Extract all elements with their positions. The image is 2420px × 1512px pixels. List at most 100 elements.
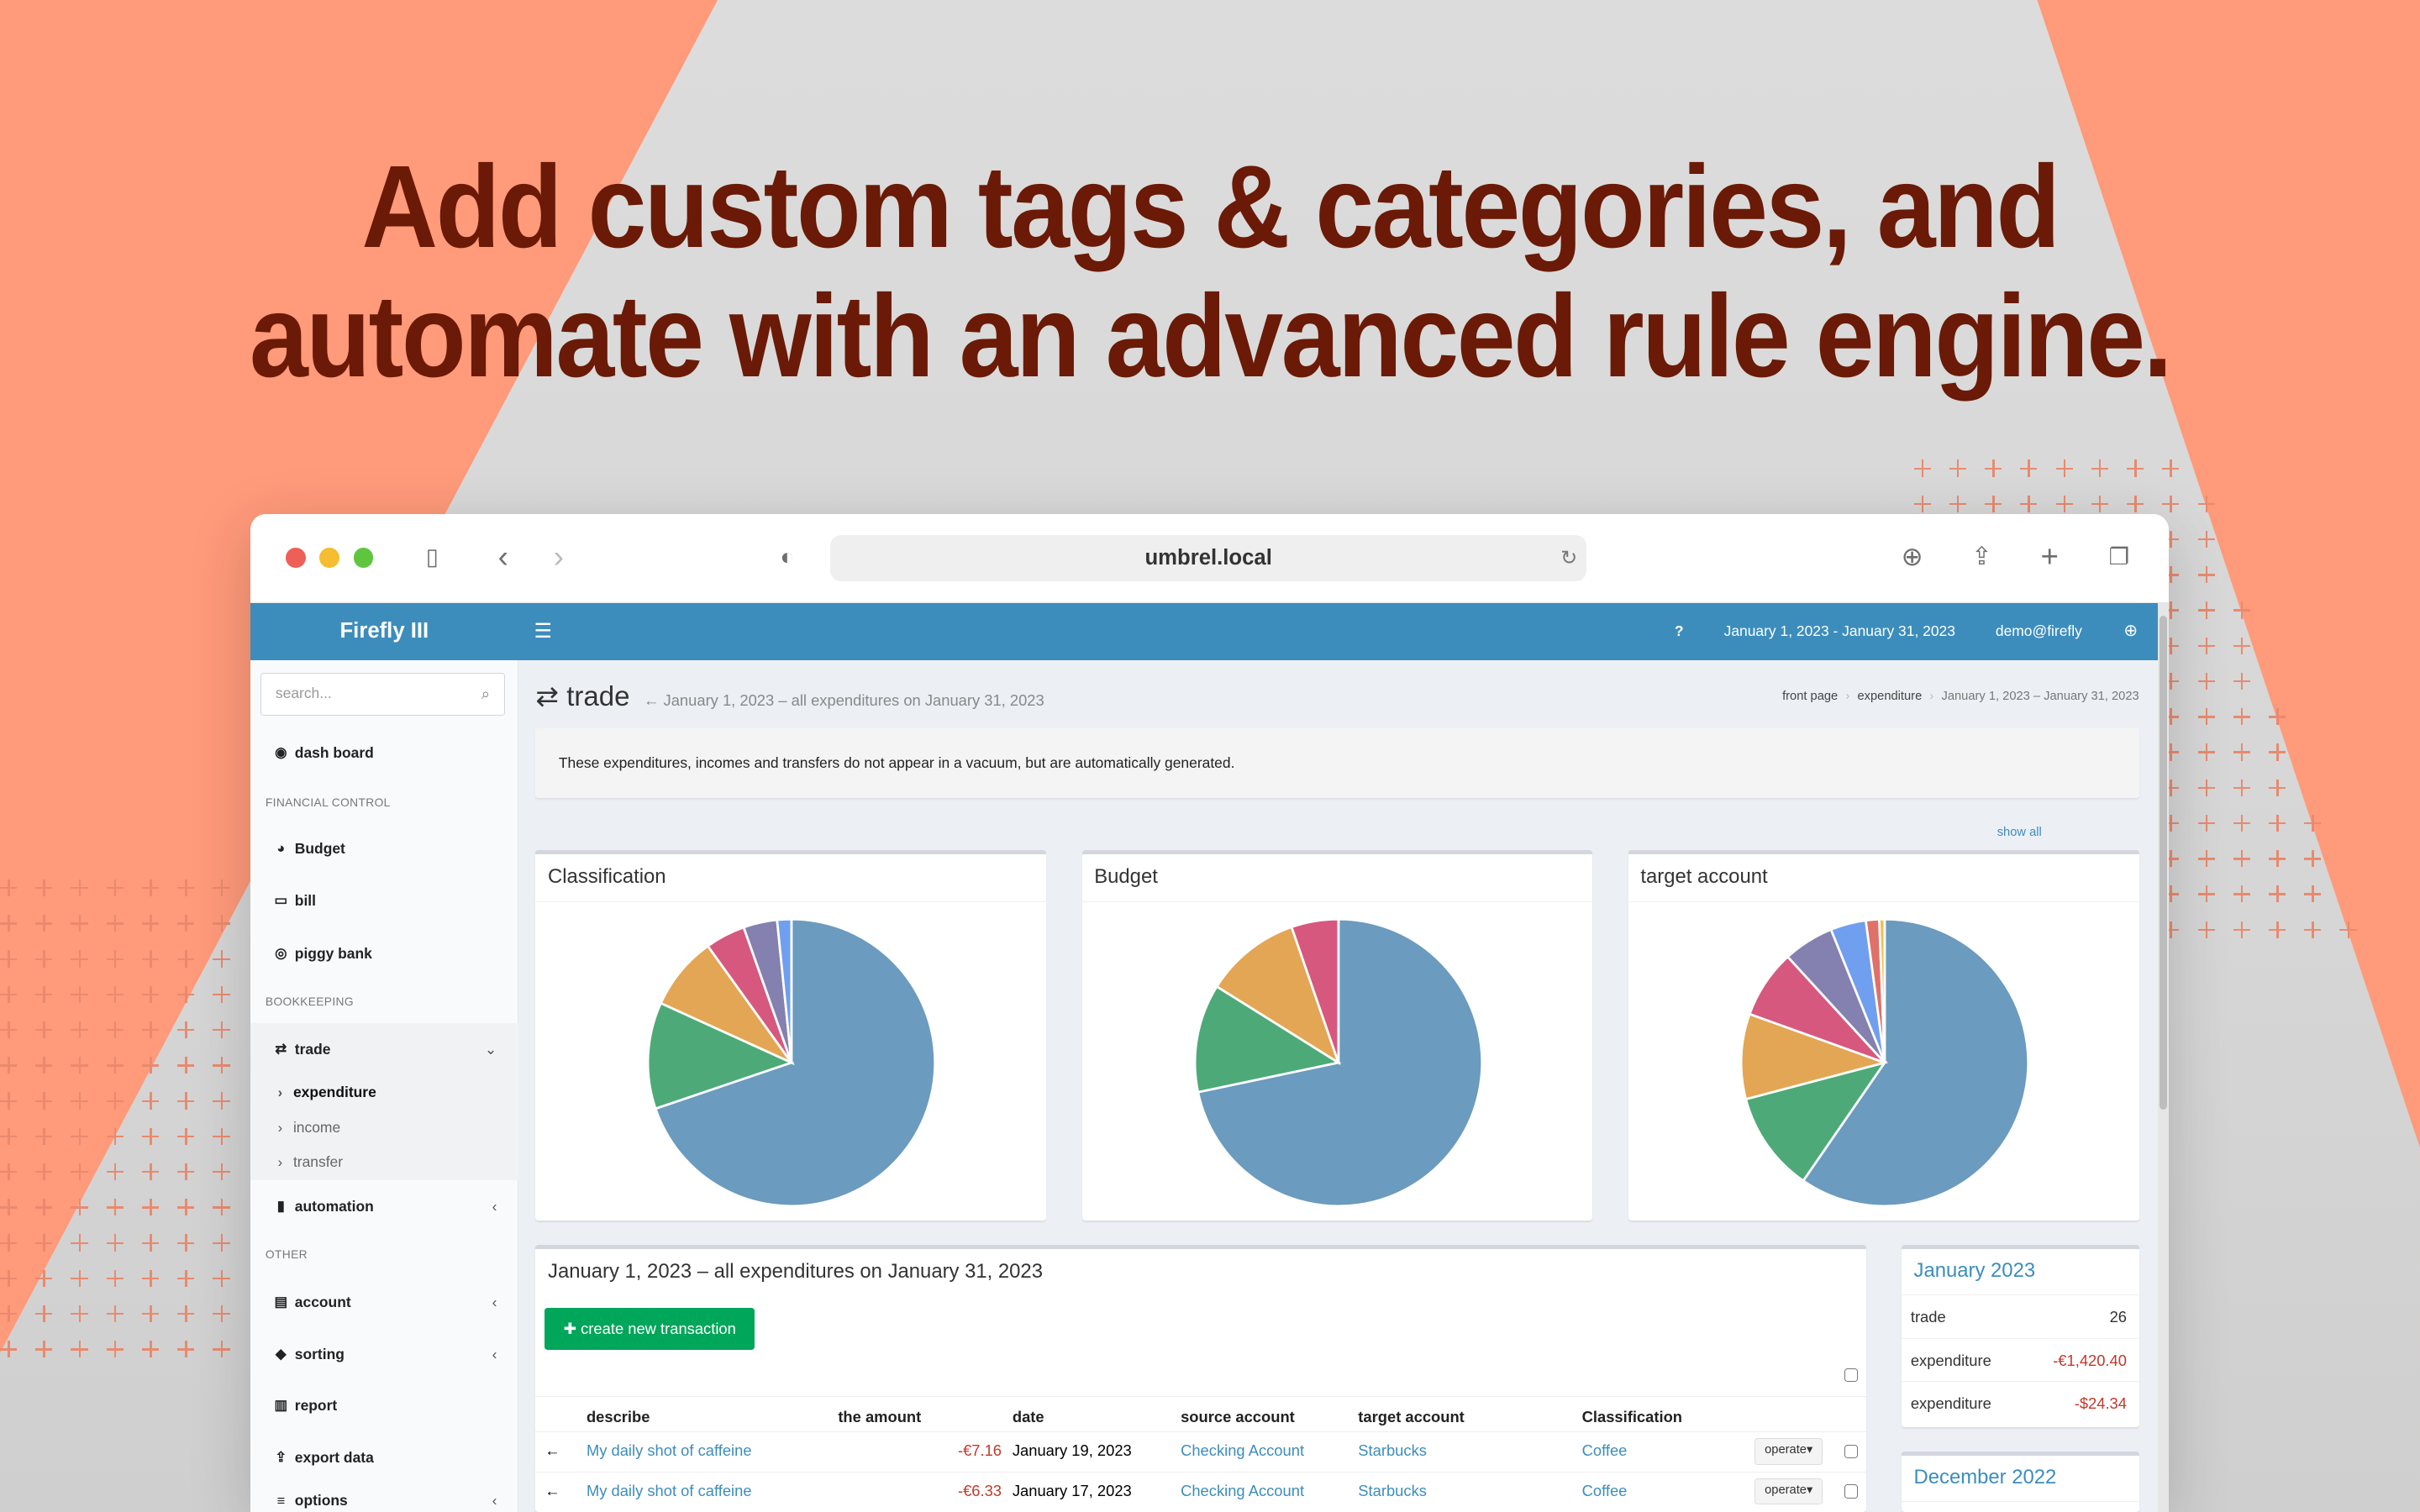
- sidebar-item-budget[interactable]: ◕ Budget: [250, 832, 519, 865]
- help-icon[interactable]: ?: [1675, 603, 1684, 660]
- shield-icon[interactable]: ◐: [769, 540, 806, 574]
- plus-circle-icon[interactable]: ⊕: [2123, 603, 2138, 660]
- sidebar-item-automation[interactable]: ▮ automation ‹: [250, 1189, 519, 1223]
- share-icon[interactable]: ⇪: [1963, 540, 2000, 574]
- page-title: ⇄ trade ← January 1, 2023 – all expendit…: [535, 680, 1044, 717]
- sidebar-item-options[interactable]: ≡ options ‹: [250, 1490, 519, 1512]
- operate-dropdown-button[interactable]: operate▾: [1754, 1438, 1823, 1465]
- cross-mark: [2197, 921, 2215, 938]
- summary-title[interactable]: January 2023: [1901, 1249, 2139, 1296]
- sidebar-subitem-expenditure[interactable]: › expenditure: [278, 1079, 376, 1106]
- summary-title[interactable]: December 2022: [1901, 1456, 2139, 1503]
- sidebar-subitem-income[interactable]: › income: [278, 1114, 341, 1142]
- close-window-button[interactable]: [285, 548, 306, 568]
- cross-mark: [2304, 814, 2322, 832]
- cross-mark: [141, 1021, 160, 1039]
- operate-dropdown-button[interactable]: operate▾: [1754, 1478, 1823, 1505]
- date-range-picker[interactable]: January 1, 2023 - January 31, 2023: [1724, 603, 1955, 660]
- app-header: Firefly III ☰ ? January 1, 2023 - Januar…: [250, 603, 2158, 661]
- cross-mark: [213, 1269, 230, 1287]
- transaction-amount: -€6.33: [957, 1481, 1002, 1499]
- search-icon[interactable]: ⌕: [481, 674, 490, 714]
- forward-icon[interactable]: ›: [540, 539, 577, 574]
- back-icon[interactable]: ‹: [485, 539, 522, 574]
- table-row: ← My daily shot of caffeine -€6.33 Janua…: [535, 1471, 1866, 1512]
- column-amount[interactable]: the amount: [838, 1408, 921, 1426]
- transaction-date: January 19, 2023: [1012, 1441, 1132, 1459]
- row-checkbox[interactable]: [1844, 1444, 1859, 1459]
- cross-mark: [177, 1269, 195, 1287]
- transaction-description-link[interactable]: My daily shot of caffeine: [587, 1432, 752, 1469]
- browser-window: ▯ ‹ › ◐ umbrel.local ↻ ⊕ ⇪ + ❐ Firefly I…: [250, 513, 2169, 1512]
- sidebar-item-report[interactable]: ▥ report: [250, 1389, 519, 1422]
- user-menu[interactable]: demo@firefly: [1996, 603, 2082, 660]
- source-account-link[interactable]: Checking Account: [1181, 1432, 1304, 1469]
- summary-value: 26: [2109, 1308, 2127, 1326]
- sidebar-item-label: bill: [294, 892, 316, 910]
- transaction-description-link[interactable]: My daily shot of caffeine: [587, 1473, 752, 1509]
- cross-mark: [177, 950, 195, 968]
- cross-mark: [213, 950, 230, 968]
- cross-mark: [141, 1341, 160, 1358]
- cross-mark: [1949, 459, 1966, 477]
- exchange-icon: ⇄: [535, 680, 560, 712]
- create-transaction-button[interactable]: ✚ create new transaction: [544, 1308, 755, 1350]
- sidebar-item-export-data[interactable]: ⇪ export data: [250, 1441, 519, 1474]
- sidebar-subitem-transfer[interactable]: › transfer: [278, 1148, 343, 1176]
- scrollbar-thumb[interactable]: [2159, 615, 2167, 1110]
- cross-mark: [141, 1199, 160, 1216]
- cross-mark: [106, 1057, 124, 1074]
- sidebar-item-sorting[interactable]: ◆ sorting ‹: [250, 1337, 519, 1371]
- sidebar-icon[interactable]: ▯: [413, 540, 450, 574]
- sidebar-item-label: report: [294, 1397, 338, 1415]
- chevron-left-icon: ‹: [492, 1492, 497, 1509]
- column-target-account[interactable]: target account: [1358, 1408, 1465, 1426]
- sidebar-item-trade[interactable]: ⇄ trade ⌄: [250, 1032, 519, 1066]
- cross-mark: [71, 1305, 88, 1323]
- column-date[interactable]: date: [1013, 1408, 1044, 1426]
- show-all-link[interactable]: show all: [1997, 826, 2042, 839]
- credit-card-icon: ▤: [274, 1293, 288, 1310]
- scrollbar[interactable]: [2157, 603, 2169, 1512]
- category-link[interactable]: Coffee: [1582, 1473, 1628, 1509]
- sidebar-item-label: piggy bank: [294, 944, 372, 962]
- cross-mark: [106, 1305, 124, 1323]
- breadcrumb-front-page[interactable]: front page: [1782, 690, 1838, 703]
- target-account-link[interactable]: Starbucks: [1358, 1473, 1427, 1509]
- cross-mark: [177, 1234, 195, 1252]
- minimize-window-button[interactable]: [319, 548, 340, 568]
- cross-mark: [0, 1269, 18, 1287]
- new-tab-icon[interactable]: +: [2031, 539, 2068, 574]
- cross-mark: [35, 1092, 53, 1110]
- column-describe[interactable]: describe: [587, 1408, 650, 1426]
- source-account-link[interactable]: Checking Account: [1181, 1473, 1304, 1509]
- target-account-link[interactable]: Starbucks: [1358, 1432, 1427, 1469]
- tabs-icon[interactable]: ❐: [2101, 540, 2138, 574]
- chevron-right-icon: ›: [277, 1084, 283, 1100]
- column-source-account[interactable]: source account: [1181, 1408, 1295, 1426]
- cross-mark: [2162, 459, 2180, 477]
- category-link[interactable]: Coffee: [1582, 1432, 1628, 1469]
- download-icon[interactable]: ⊕: [1894, 540, 1931, 574]
- maximize-window-button[interactable]: [353, 548, 374, 568]
- microchip-icon: ▮: [276, 1198, 285, 1215]
- search-input[interactable]: search... ⌕: [260, 672, 505, 717]
- address-bar[interactable]: umbrel.local ↻: [830, 535, 1587, 582]
- sidebar-item-piggy-bank[interactable]: ◎ piggy bank: [250, 937, 519, 970]
- brand-logo[interactable]: Firefly III: [250, 603, 519, 660]
- breadcrumb-expenditure[interactable]: expenditure: [1857, 690, 1922, 703]
- cross-mark: [2197, 566, 2215, 584]
- select-all-checkbox[interactable]: [1844, 1368, 1859, 1383]
- sidebar-item-label: Budget: [294, 839, 345, 857]
- cross-mark: [106, 1163, 124, 1181]
- sidebar-item-dashboard[interactable]: ◉ dash board: [250, 736, 519, 769]
- reload-icon[interactable]: ↻: [1560, 535, 1577, 581]
- menu-toggle-icon[interactable]: ☰: [534, 603, 552, 660]
- sidebar-item-bill[interactable]: ▭ bill: [250, 884, 519, 917]
- row-checkbox[interactable]: [1844, 1484, 1859, 1499]
- sidebar-item-account[interactable]: ▤ account ‹: [250, 1285, 519, 1319]
- cross-mark: [71, 985, 88, 1003]
- column-classification[interactable]: Classification: [1582, 1408, 1682, 1426]
- sliders-icon: ≡: [276, 1493, 286, 1509]
- cross-mark: [141, 1057, 160, 1074]
